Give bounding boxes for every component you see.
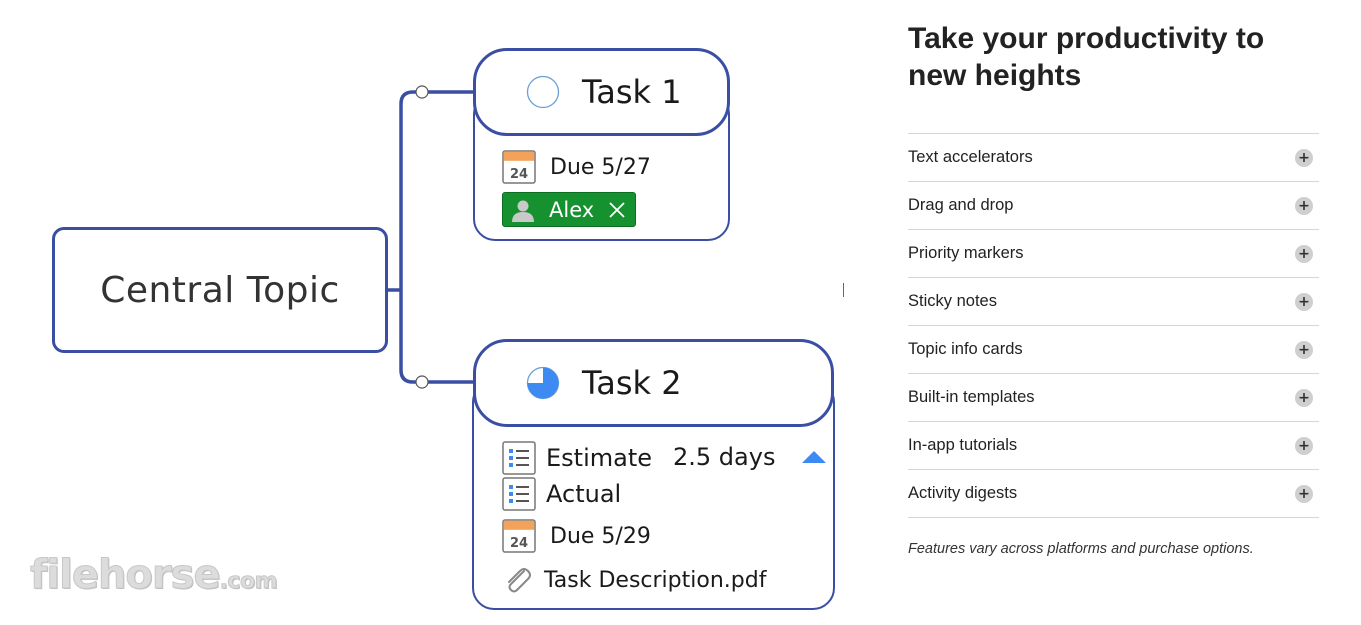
- watermark-main: filehorse: [30, 552, 222, 599]
- caret-up-icon[interactable]: [802, 450, 826, 464]
- feature-label: Sticky notes: [908, 292, 997, 310]
- feature-label: Priority markers: [908, 244, 1024, 262]
- assignee-tag[interactable]: Alex: [502, 192, 636, 227]
- calendar-day: 24: [510, 167, 528, 182]
- calendar-icon: 24: [502, 519, 536, 553]
- attachment-filename[interactable]: Task Description.pdf: [544, 568, 766, 593]
- assignee-name: Alex: [549, 197, 595, 222]
- watermark-domain: .com: [219, 569, 278, 595]
- feature-label: Drag and drop: [908, 196, 1014, 214]
- task2-title: Task 2: [582, 364, 682, 402]
- feature-label: Topic info cards: [908, 340, 1023, 358]
- central-topic-label: Central Topic: [100, 269, 340, 311]
- feature-item[interactable]: Drag and drop +: [908, 182, 1319, 230]
- panel-footnote: Features vary across platforms and purch…: [908, 541, 1254, 557]
- task2-due-date: Due 5/29: [550, 523, 651, 549]
- plus-icon[interactable]: +: [1295, 340, 1313, 359]
- plus-icon[interactable]: +: [1295, 388, 1313, 407]
- person-icon: [509, 195, 537, 224]
- status-circle-icon[interactable]: [526, 75, 560, 109]
- estimate-label: Estimate: [546, 444, 653, 472]
- plus-icon[interactable]: +: [1295, 292, 1313, 311]
- plus-icon[interactable]: +: [1295, 196, 1313, 215]
- actual-label: Actual: [546, 480, 622, 508]
- feature-item[interactable]: Priority markers +: [908, 230, 1319, 278]
- feature-item[interactable]: Topic info cards +: [908, 326, 1319, 374]
- calendar-icon: 24: [502, 150, 536, 184]
- feature-label: Text accelerators: [908, 148, 1033, 166]
- feature-item[interactable]: Activity digests +: [908, 470, 1319, 518]
- task1-title: Task 1: [582, 73, 682, 111]
- feature-item[interactable]: Text accelerators +: [908, 134, 1319, 182]
- branch-handle-task2: [415, 375, 429, 389]
- feature-label: Built-in templates: [908, 388, 1035, 406]
- estimate-value[interactable]: 2.5 days: [673, 443, 775, 471]
- watermark-logo: filehorse .com: [30, 552, 279, 599]
- actual-row[interactable]: Actual: [502, 477, 621, 511]
- close-icon[interactable]: [608, 201, 626, 219]
- attachment-row[interactable]: Task Description.pdf: [502, 563, 766, 597]
- branch-line-task1: [399, 90, 476, 290]
- calendar-day: 24: [510, 536, 528, 551]
- feature-item[interactable]: Built-in templates +: [908, 374, 1319, 422]
- task1-due-date: Due 5/27: [550, 154, 651, 180]
- feature-item[interactable]: Sticky notes +: [908, 278, 1319, 326]
- panel-heading: Take your productivity to new heights: [908, 22, 1265, 92]
- feature-label: Activity digests: [908, 484, 1018, 502]
- task2-due-row[interactable]: 24 Due 5/29: [502, 519, 651, 553]
- text-cursor: [843, 283, 844, 297]
- central-topic[interactable]: Central Topic: [52, 227, 388, 353]
- plus-icon[interactable]: +: [1295, 244, 1313, 263]
- mind-map-canvas: Central Topic Task 1 24 Due 5/27 Alex Ta…: [0, 0, 860, 625]
- feature-label: In-app tutorials: [908, 436, 1018, 454]
- feature-list: Text accelerators + Drag and drop + Priority…: [908, 133, 1319, 518]
- feature-panel: Take your productivity to new heights Te…: [908, 0, 1320, 625]
- feature-item[interactable]: In-app tutorials +: [908, 422, 1319, 470]
- plus-icon[interactable]: +: [1295, 148, 1313, 167]
- estimate-row[interactable]: Estimate: [502, 441, 652, 475]
- task1-due-row[interactable]: 24 Due 5/27: [502, 150, 651, 184]
- progress-pie-icon[interactable]: [526, 366, 560, 400]
- list-icon: [502, 441, 536, 475]
- list-icon: [502, 477, 536, 511]
- branch-line-task2: [399, 290, 476, 384]
- plus-icon[interactable]: +: [1295, 484, 1313, 503]
- task2-topic[interactable]: Task 2: [473, 339, 834, 427]
- branch-handle-task1: [415, 85, 429, 99]
- task1-topic[interactable]: Task 1: [473, 48, 730, 136]
- paperclip-icon: [508, 568, 531, 593]
- plus-icon[interactable]: +: [1295, 436, 1313, 455]
